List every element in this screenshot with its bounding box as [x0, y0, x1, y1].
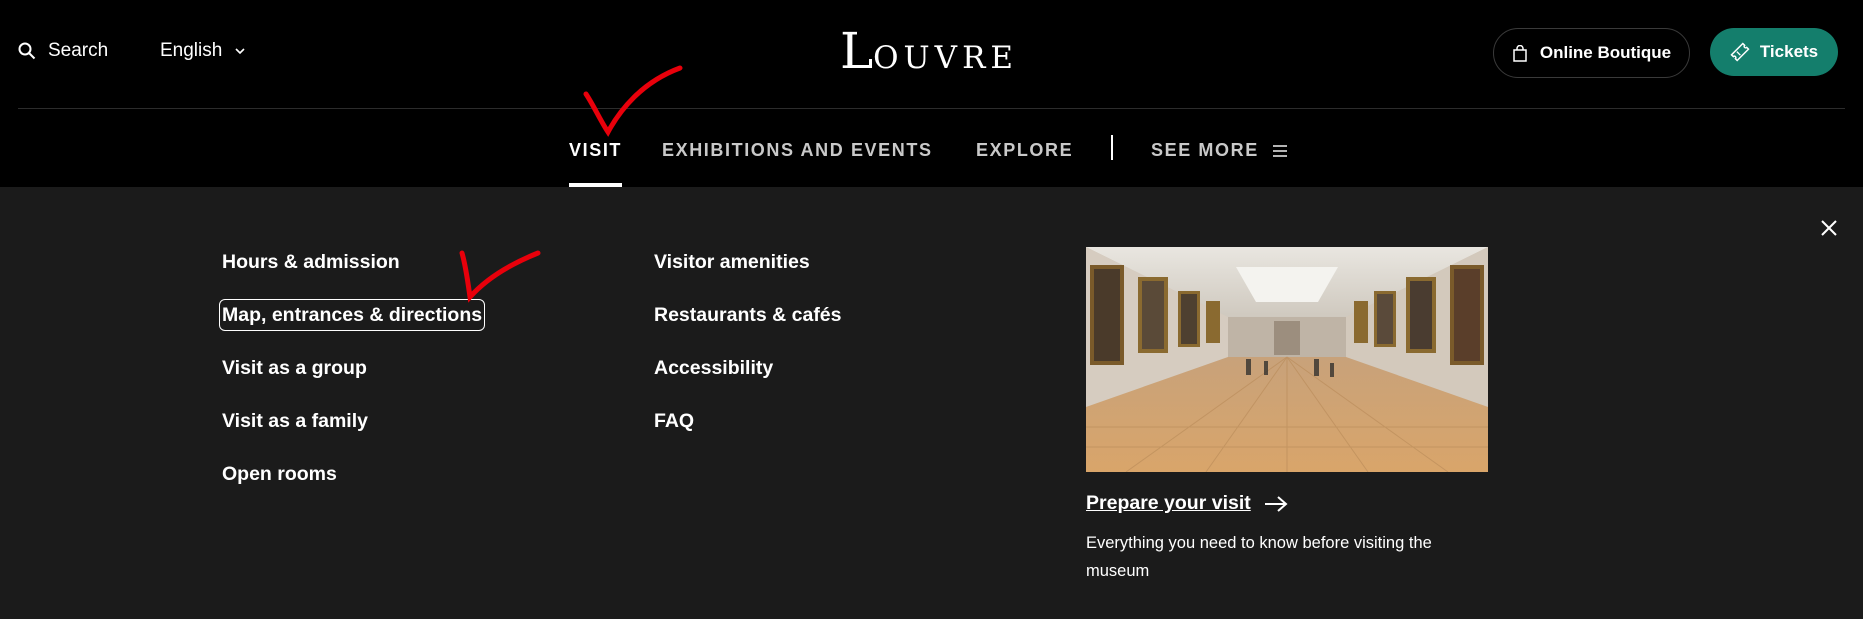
language-label: English [160, 40, 223, 61]
site-header: Search English LOUVRE Online Boutique Ti… [0, 0, 1863, 187]
menu-link-open-rooms[interactable]: Open rooms [222, 461, 482, 487]
header-divider [18, 108, 1845, 109]
nav-exhibitions-and-events[interactable]: EXHIBITIONS AND EVENTS [662, 140, 933, 161]
main-nav: VISIT EXHIBITIONS AND EVENTS EXPLORE SEE… [0, 135, 1863, 187]
menu-link-accessibility[interactable]: Accessibility [654, 355, 842, 381]
language-selector[interactable]: English [160, 40, 246, 62]
hamburger-icon [1272, 144, 1287, 157]
logo-rest: OUVRE [873, 40, 1019, 76]
ticket-icon [1730, 42, 1750, 62]
nav-visit[interactable]: VISIT [569, 140, 622, 161]
menu-link-map-entrances-directions[interactable]: Map, entrances & directions [218, 299, 486, 331]
nav-explore[interactable]: EXPLORE [976, 140, 1073, 161]
prepare-your-visit-link[interactable]: Prepare your visit [1086, 492, 1289, 515]
menu-link-visit-as-family[interactable]: Visit as a family [222, 408, 482, 434]
louvre-logo[interactable]: LOUVRE [824, 26, 1034, 76]
nav-see-more[interactable]: SEE MORE [1151, 140, 1289, 161]
menu-link-visit-as-group[interactable]: Visit as a group [222, 355, 482, 381]
menu-link-faq[interactable]: FAQ [654, 408, 842, 434]
visit-menu-panel: Hours & admission Map, entrances & direc… [0, 187, 1863, 619]
menu-link-visitor-amenities[interactable]: Visitor amenities [654, 249, 842, 275]
boutique-label: Online Boutique [1539, 43, 1672, 62]
menu-link-hours-admission[interactable]: Hours & admission [222, 249, 482, 275]
menu-link-restaurants-cafes[interactable]: Restaurants & cafés [654, 302, 842, 328]
search-label: Search [48, 40, 109, 61]
chevron-down-icon [235, 48, 245, 55]
logo-initial: L [839, 22, 874, 80]
online-boutique-button[interactable]: Online Boutique [1493, 28, 1690, 78]
close-icon[interactable] [1818, 217, 1840, 239]
nav-separator [1111, 135, 1113, 160]
shopping-bag-icon [1513, 44, 1527, 62]
grande-galerie-photo[interactable] [1086, 247, 1488, 472]
visit-menu-column-2: Visitor amenities Restaurants & cafés Ac… [654, 249, 842, 461]
visit-menu-column-1: Hours & admission Map, entrances & direc… [218, 249, 486, 514]
see-more-label: SEE MORE [1151, 140, 1259, 160]
tickets-button[interactable]: Tickets [1710, 28, 1838, 76]
search-button[interactable]: Search [18, 40, 108, 62]
prepare-your-visit-label: Prepare your visit [1086, 492, 1251, 514]
tickets-label: Tickets [1759, 42, 1819, 61]
prepare-your-visit-description: Everything you need to know before visit… [1086, 534, 1432, 580]
arrow-right-icon [1264, 495, 1288, 512]
search-icon [18, 42, 36, 60]
